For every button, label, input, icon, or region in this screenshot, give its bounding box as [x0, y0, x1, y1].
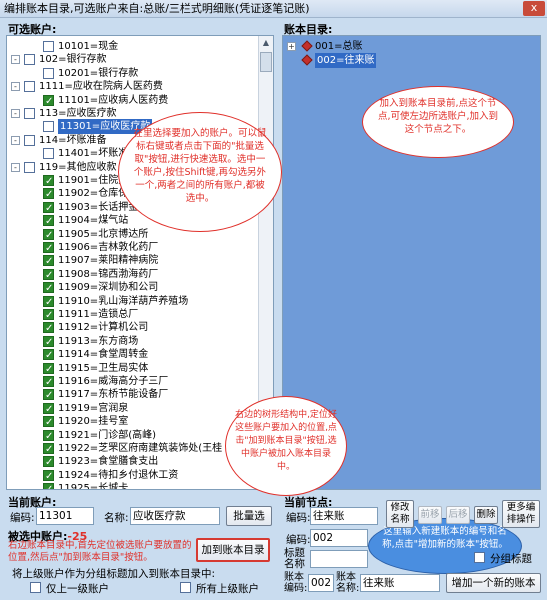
- book-node-icon: [301, 40, 313, 52]
- account-checkbox[interactable]: [43, 362, 54, 377]
- account-checkbox[interactable]: [43, 94, 54, 109]
- account-checkbox[interactable]: [43, 308, 54, 323]
- account-checkbox[interactable]: [43, 295, 54, 310]
- account-checkbox[interactable]: [24, 108, 35, 119]
- account-checkbox[interactable]: [43, 402, 54, 417]
- book-name-label: 账本名称:: [336, 572, 360, 594]
- title-name-label: 标题名称: [284, 547, 305, 570]
- opt-one-checkbox[interactable]: [30, 582, 41, 593]
- right-tip-bubble: 加入到账本目录前,点这个节点,可使左边所选账户,加入到这个节点之下。: [362, 86, 514, 158]
- account-checkbox[interactable]: [43, 348, 54, 363]
- group-title-checkbox[interactable]: [474, 552, 485, 563]
- tree-row[interactable]: 11925=长城卡: [7, 481, 259, 490]
- book-node-label: 001=总账: [315, 41, 363, 52]
- account-checkbox[interactable]: [43, 254, 54, 269]
- current-name-field[interactable]: 应收医疗款: [130, 507, 220, 525]
- current-name-label: 名称:: [104, 512, 129, 524]
- opt-one-label: 仅上一级账户: [46, 583, 109, 595]
- group-hint: 将上级账户作为分组标题加入到账本目录中:: [12, 568, 216, 580]
- account-checkbox[interactable]: [43, 268, 54, 283]
- collapse-icon[interactable]: -: [11, 109, 20, 118]
- expand-icon[interactable]: +: [287, 42, 296, 51]
- account-checkbox[interactable]: [43, 41, 54, 52]
- left-tip-bubble: 在里选择要加入的账户。可以鼠标右键或者点击下面的"批量选取"按钮,进行快速选取。…: [118, 112, 282, 232]
- collapse-icon[interactable]: -: [11, 82, 20, 92]
- account-checkbox[interactable]: [43, 321, 54, 336]
- account-checkbox[interactable]: [43, 442, 54, 457]
- account-checkbox[interactable]: [43, 187, 54, 202]
- account-checkbox[interactable]: [43, 241, 54, 256]
- delete-button[interactable]: 删除: [474, 506, 498, 524]
- window-titlebar: 编排账本目录,可选账户来自:总账/三栏式明细账(凭证逐笔记账) x: [0, 0, 547, 18]
- scroll-up-icon[interactable]: ▲: [259, 36, 273, 50]
- collapse-icon[interactable]: -: [11, 55, 20, 65]
- account-checkbox[interactable]: [43, 388, 54, 403]
- tree-tip-bubble: 右边的树形结构中,定位好这些账户要加入的位置,点击"加到账本目录"按钮,选中账户…: [225, 396, 347, 496]
- account-checkbox[interactable]: [43, 375, 54, 390]
- move-up-button[interactable]: 前移: [418, 506, 442, 524]
- book-tree-row[interactable]: +001=总账: [283, 39, 523, 54]
- add-to-book-button[interactable]: 加到账本目录: [196, 538, 270, 562]
- account-checkbox[interactable]: [43, 281, 54, 296]
- title-name-field[interactable]: [310, 550, 368, 568]
- add-new-book-button[interactable]: 增加一个新的账本: [446, 573, 541, 593]
- account-checkbox[interactable]: [43, 121, 54, 133]
- opt-all-checkbox[interactable]: [180, 582, 191, 593]
- account-checkbox[interactable]: [43, 67, 54, 79]
- group-title-label: 分组标题: [490, 553, 532, 565]
- close-icon[interactable]: x: [523, 1, 545, 16]
- account-checkbox[interactable]: [43, 335, 54, 350]
- account-checkbox[interactable]: [43, 429, 54, 444]
- book-node-icon: [301, 54, 313, 66]
- account-checkbox[interactable]: [24, 161, 35, 173]
- account-checkbox[interactable]: [24, 81, 35, 93]
- account-checkbox[interactable]: [43, 415, 54, 430]
- title-code-field[interactable]: 002: [310, 529, 368, 547]
- account-checkbox[interactable]: [24, 54, 35, 66]
- modify-name-button[interactable]: 修改名称: [386, 500, 414, 528]
- selected-hint: 右边账本目录中,首先定位被选账户要放置的位置,然后点"加到账本目录"按钮。: [8, 540, 192, 563]
- book-node-label: 002=往来账: [315, 53, 377, 68]
- account-checkbox[interactable]: [43, 482, 54, 489]
- account-label: 11925=长城卡: [58, 483, 129, 490]
- more-operations-button[interactable]: 更多编排操作: [502, 500, 540, 528]
- book-code-field[interactable]: 002: [308, 574, 334, 592]
- current-code-field[interactable]: 11301: [36, 507, 94, 525]
- account-checkbox[interactable]: [43, 148, 54, 160]
- account-checkbox[interactable]: [43, 201, 54, 216]
- node-code-field[interactable]: 往来账: [310, 507, 378, 525]
- opt-all-label: 所有上级账户: [196, 583, 259, 595]
- book-tree-row[interactable]: 002=往来账: [283, 53, 523, 68]
- window-title: 编排账本目录,可选账户来自:总账/三栏式明细账(凭证逐笔记账): [4, 2, 310, 15]
- move-down-button[interactable]: 后移: [446, 506, 470, 524]
- account-checkbox[interactable]: [43, 228, 54, 243]
- book-code-label: 账本编码:: [284, 572, 308, 594]
- account-checkbox[interactable]: [43, 174, 54, 189]
- title-code-label: 编码:: [286, 534, 311, 546]
- account-checkbox[interactable]: [43, 214, 54, 229]
- scroll-thumb[interactable]: [260, 52, 272, 72]
- book-name-field[interactable]: 往来账: [360, 574, 440, 592]
- account-checkbox[interactable]: [24, 134, 35, 146]
- node-code-label: 编码:: [286, 512, 311, 524]
- account-checkbox[interactable]: [43, 469, 54, 484]
- current-code-label: 编码:: [10, 512, 35, 524]
- collapse-icon[interactable]: -: [11, 162, 20, 172]
- batch-select-button[interactable]: 批量选: [226, 506, 272, 526]
- account-checkbox[interactable]: [43, 455, 54, 470]
- collapse-icon[interactable]: -: [11, 135, 20, 145]
